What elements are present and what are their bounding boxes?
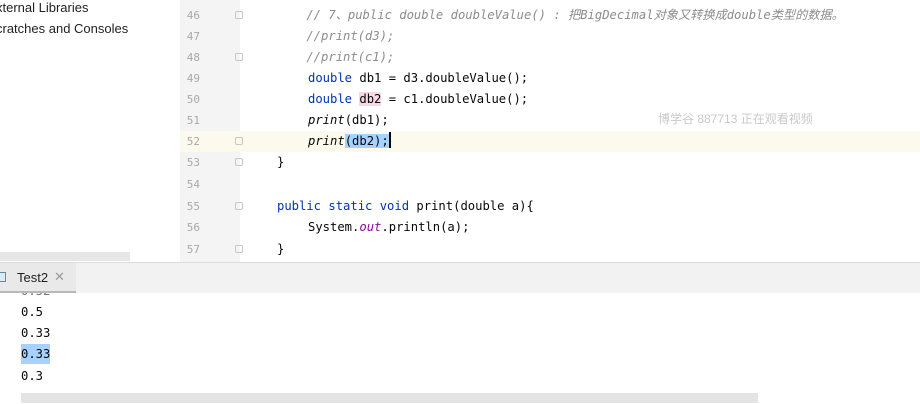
line-number: 52 [186,135,200,148]
line-number: 50 [186,93,200,106]
code-line-47: 47 //print(d3); [180,26,920,47]
code-text: double db2 = c1.doubleValue(); [308,89,528,110]
code-line-50: 50 double db2 = c1.doubleValue(); [180,89,920,110]
run-tab-label: Test2 [17,270,49,285]
line-number: 53 [186,156,200,169]
code-line-52-current: 52 print(db2); [180,131,920,152]
fold-marker-icon[interactable] [235,202,243,210]
code-text: System.out.println(a); [308,217,469,238]
code-text: double db1 = d3.doubleValue(); [308,68,528,89]
code-text: public static void print(double a){ [277,196,534,217]
code-text: print(db2); [308,131,391,152]
console-line-selected: 0.33 [21,344,51,364]
code-pre: System. [308,220,360,234]
comment-text: // 7、public double doubleValue() : 把BigD… [277,8,844,22]
line-number: 54 [186,178,200,191]
code-line-49: 49 double db1 = d3.doubleValue(); [180,68,920,89]
code-line-48: 48 //print(c1); [180,47,920,68]
line-number: 55 [186,200,200,213]
project-tree: xternal Libraries cratches and Consoles [0,0,180,262]
keyword: double [308,71,353,85]
console-line-partial: 0.52 [21,293,50,301]
code-line-54: 54 [180,174,920,195]
run-tab-test2[interactable]: Test2 ✕ [0,263,76,294]
fold-marker-icon[interactable] [235,53,243,61]
code-text: print(db1); [308,110,389,131]
fold-marker-icon[interactable] [235,137,243,145]
tree-item-scratches-and-consoles[interactable]: cratches and Consoles [0,21,128,36]
code-line-55: 55 public static void print(double a){ [180,196,920,217]
keyword: double [308,92,353,106]
code-rest: (db1); [344,113,389,127]
line-number: 49 [186,72,200,85]
project-tree-scrollbar[interactable] [0,252,130,261]
code-line-57: 57 } [180,239,920,260]
comment-text: //print(d3); [277,29,395,43]
code-text: } [277,242,285,256]
code-rest: db1 = d3.doubleValue(); [352,71,529,85]
code-rest: = c1.doubleValue(); [381,92,529,106]
comment-text: //print(c1); [277,50,395,64]
close-icon[interactable]: ✕ [54,269,65,285]
code-text: } [277,155,285,169]
console-output[interactable]: 0.52 0.5 0.33 0.33 0.3 [0,293,920,393]
selected-text: (db2); [344,134,389,148]
code-rest: .println(a); [381,220,470,234]
console-line: 0.33 [21,326,51,340]
console-line: 0.3 [21,369,44,383]
run-tab-bar: Test2 ✕ [0,263,920,294]
method-call: print [308,113,345,127]
console-horizontal-scrollbar[interactable] [21,393,758,403]
line-number: 48 [186,51,200,64]
line-number: 51 [186,114,200,127]
code-rest: print(double a){ [409,199,534,213]
code-line-46: 46 // 7、public double doubleValue() : 把B… [180,5,920,26]
text-caret [388,132,391,148]
method-call: print [308,134,345,148]
line-number: 47 [186,30,200,43]
fold-marker-icon[interactable] [235,11,243,19]
console-line: 0.5 [21,305,44,319]
code-editor[interactable]: 46 // 7、public double doubleValue() : 把B… [180,0,920,262]
static-field: out [359,220,382,234]
highlighted-variable: db2 [359,92,382,106]
code-line-56: 56 System.out.println(a); [180,217,920,238]
tree-item-external-libraries[interactable]: xternal Libraries [0,0,89,15]
line-number: 46 [186,9,200,22]
keyword: public static void [277,199,410,213]
fold-marker-icon[interactable] [235,158,243,166]
line-number: 56 [186,221,200,234]
code-line-53: 53 } [180,152,920,173]
fold-marker-icon[interactable] [235,245,243,253]
line-number: 57 [186,243,200,256]
video-watermark: 博学谷 887713 正在观看视频 [658,112,813,126]
console-icon [0,272,6,282]
